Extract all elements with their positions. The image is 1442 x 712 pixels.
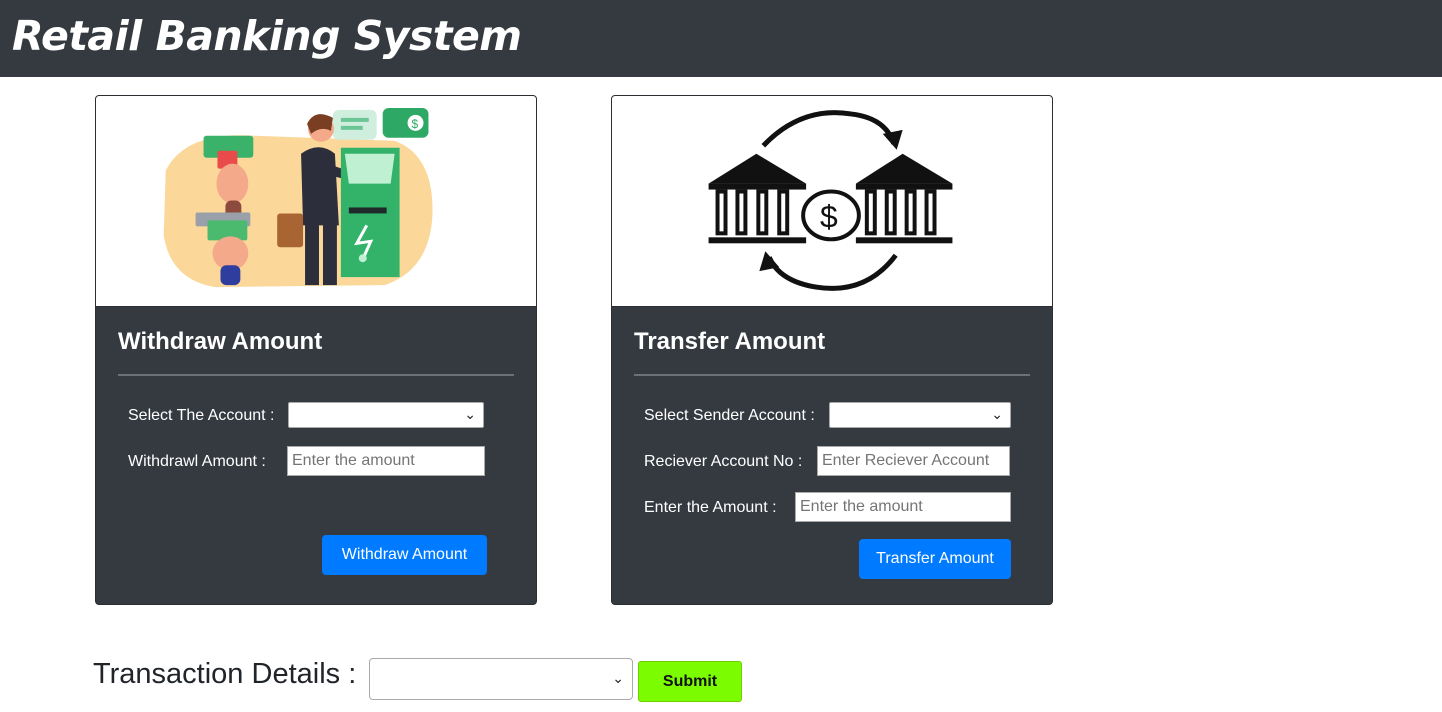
svg-text:$: $ [820,198,838,234]
select-account-label: Select The Account : [128,407,275,424]
withdraw-account-select[interactable]: ⌄ [288,402,484,428]
receiver-account-input[interactable] [817,446,1010,476]
svg-text:$: $ [412,117,419,131]
withdraw-amount-input[interactable] [287,446,485,476]
atm-withdrawal-illustration: $ [96,96,536,307]
app-title[interactable]: Retail Banking System [12,12,522,60]
receiver-account-label: Reciever Account No : [644,453,803,470]
transfer-amount-button[interactable]: Transfer Amount [859,539,1011,579]
transaction-details-label: Transaction Details : [93,658,357,690]
chevron-down-icon: ⌄ [991,406,1003,422]
transfer-amount-input[interactable] [795,492,1011,522]
sender-account-select[interactable]: ⌄ [829,402,1011,428]
chevron-down-icon: ⌄ [612,670,624,686]
submit-button[interactable]: Submit [638,661,742,702]
transfer-card-title: Transfer Amount [634,328,826,355]
withdrawl-amount-label: Withdrawl Amount : [128,453,266,470]
withdraw-amount-button[interactable]: Withdraw Amount [322,535,487,575]
divider [634,374,1030,376]
chevron-down-icon: ⌄ [464,406,476,422]
enter-amount-label: Enter the Amount : [644,499,777,516]
withdraw-card-title: Withdraw Amount [118,328,323,355]
bank-transfer-illustration: $ [612,96,1052,307]
transfer-card: $ Transfer Amount Select Sender Account … [611,95,1053,605]
withdraw-card: $ Withdraw Amount Select The Account : ⌄… [95,95,537,605]
select-sender-label: Select Sender Account : [644,407,815,424]
divider [118,374,514,376]
navbar: Retail Banking System [0,0,1442,77]
transaction-details-select[interactable]: ⌄ [369,658,633,700]
